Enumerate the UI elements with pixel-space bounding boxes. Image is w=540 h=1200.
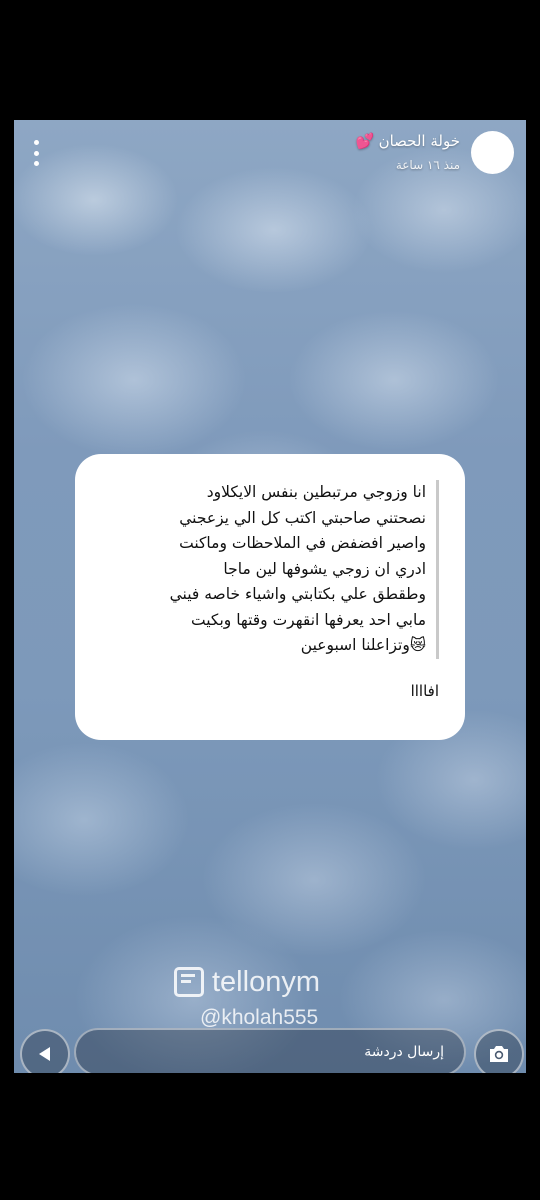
tellonym-card: انا وزوجي مرتبطين بنفس الايكلاود نصحتني … bbox=[75, 454, 465, 740]
username-text: خولة الحصان bbox=[378, 132, 460, 150]
tellonym-watermark: tellonym bbox=[174, 962, 374, 1002]
brand-handle: @kholah555 bbox=[200, 1006, 319, 1029]
tellonym-logo-icon bbox=[174, 967, 204, 997]
heart-emoji: 💕 bbox=[355, 132, 375, 150]
question-line: انا وزوجي مرتبطين بنفس الايكلاود bbox=[206, 483, 426, 501]
post-time: منذ ١٦ ساعة bbox=[395, 158, 460, 172]
profile-avatar[interactable] bbox=[471, 131, 514, 174]
reply-text: افاااا bbox=[410, 682, 439, 700]
send-chat-input[interactable]: إرسال دردشة bbox=[74, 1028, 466, 1073]
question-line: واصير افضفض في الملاحظات وماكنت bbox=[179, 534, 426, 552]
question-line: نصحتني صاحبتي اكتب كل الي يزعجني bbox=[179, 508, 426, 527]
story-view: خولة الحصان 💕 منذ ١٦ ساعة انا وزوجي مرتب… bbox=[14, 120, 526, 1073]
question-line: 😿وتزاعلنا اسبوعين bbox=[300, 636, 426, 654]
question-quote: انا وزوجي مرتبطين بنفس الايكلاود نصحتني … bbox=[96, 480, 439, 659]
question-line: ادري ان زوجي يشوفها لين ماجا bbox=[223, 559, 426, 578]
username[interactable]: خولة الحصان 💕 bbox=[356, 132, 460, 150]
brand-name: tellonym bbox=[212, 965, 320, 998]
back-arrow-icon[interactable] bbox=[20, 1029, 70, 1073]
more-options-icon[interactable] bbox=[30, 140, 42, 166]
camera-icon[interactable] bbox=[474, 1029, 524, 1073]
question-line: مابي احد يعرفها انقهرت وقتها وبكيت bbox=[191, 610, 426, 629]
question-line: وطقطق علي بكتابتي واشياء خاصه فيني bbox=[169, 585, 426, 603]
